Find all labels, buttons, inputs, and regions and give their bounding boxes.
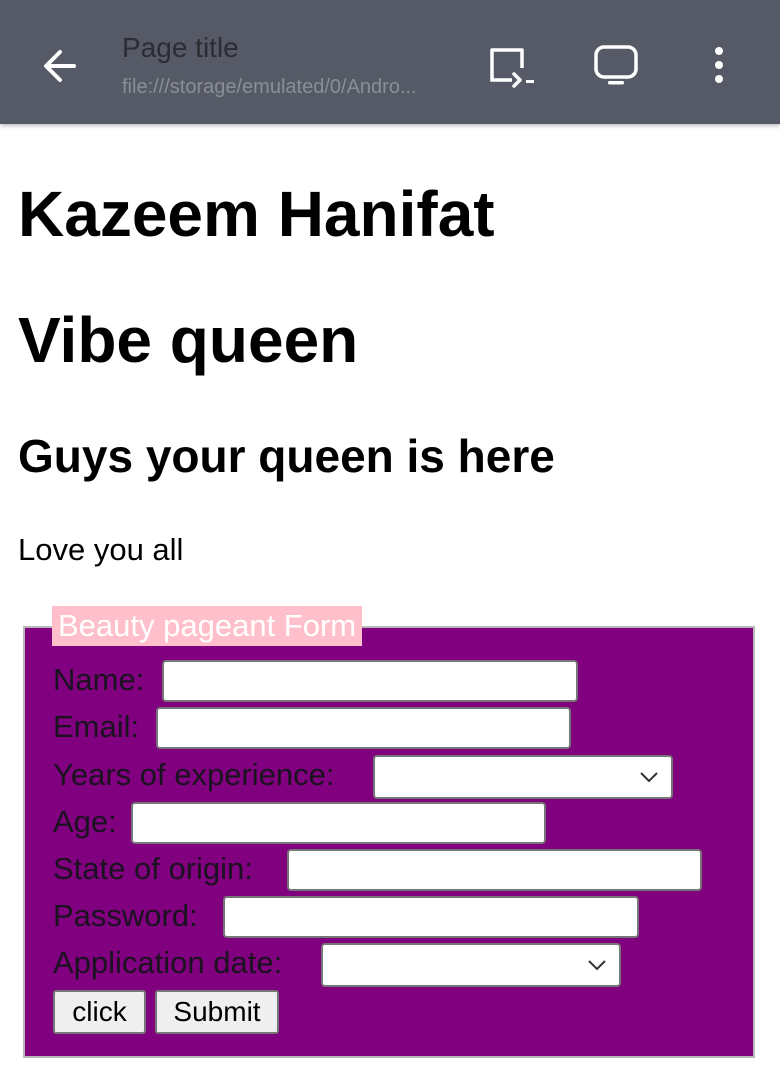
experience-label: Years of experience: — [53, 757, 335, 792]
state-label: State of origin: — [53, 851, 253, 886]
desktop-screen-icon — [594, 45, 638, 85]
cast-icon — [490, 48, 534, 88]
age-input[interactable] — [131, 802, 546, 844]
heading-vibe: Vibe queen — [18, 304, 359, 376]
submit-button[interactable]: Submit — [155, 990, 279, 1034]
intro-paragraph: Love you all — [18, 532, 184, 567]
form-legend: Beauty pageant Form — [52, 606, 363, 646]
password-input[interactable] — [223, 896, 639, 938]
chevron-down-icon — [588, 960, 606, 971]
state-input[interactable] — [287, 849, 702, 891]
page-title: Page title — [122, 32, 239, 63]
chevron-down-icon — [640, 772, 658, 783]
email-label: Email: — [53, 709, 140, 744]
browser-toolbar: Page title file:///storage/emulated/0/An… — [0, 0, 780, 124]
password-label: Password: — [53, 898, 198, 933]
click-button[interactable]: click — [53, 990, 146, 1034]
page-url: file:///storage/emulated/0/Andro... — [122, 76, 417, 98]
name-input[interactable] — [162, 660, 578, 702]
heading-name: Kazeem Hanifat — [18, 178, 495, 250]
more-vertical-icon — [715, 47, 723, 83]
screen-button[interactable] — [590, 40, 642, 90]
back-button[interactable] — [36, 42, 84, 90]
overflow-menu-button[interactable] — [700, 40, 738, 90]
cast-button[interactable] — [484, 42, 538, 90]
arrow-left-icon — [44, 50, 76, 82]
age-label: Age: — [53, 804, 117, 839]
experience-select[interactable] — [373, 755, 673, 799]
subheading: Guys your queen is here — [18, 430, 555, 482]
name-label: Name: — [53, 662, 145, 697]
application-date-select[interactable] — [321, 943, 621, 987]
date-label: Application date: — [53, 945, 283, 980]
email-input[interactable] — [156, 707, 571, 749]
